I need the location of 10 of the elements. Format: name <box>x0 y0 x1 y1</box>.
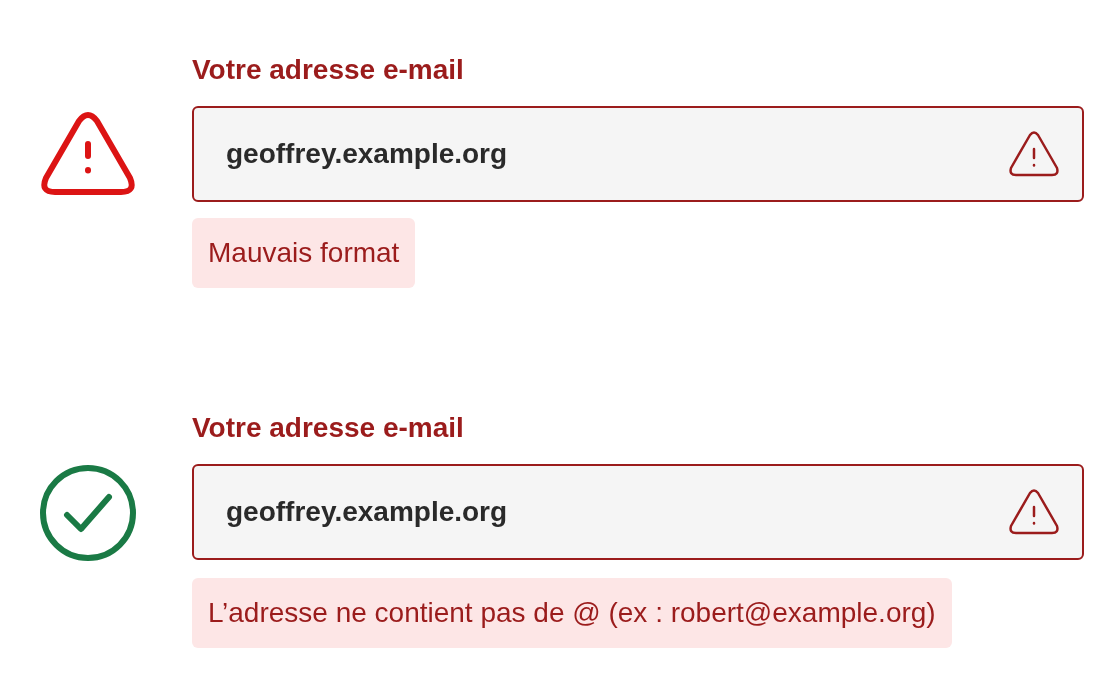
checkmark-icon <box>39 464 137 562</box>
warning-icon <box>1008 131 1060 177</box>
error-message: L’adresse ne contient pas de @ (ex : robert@example.org) <box>192 578 952 648</box>
warning-icon <box>41 112 135 196</box>
error-message: Mauvais format <box>192 218 416 288</box>
warning-icon <box>1008 489 1060 535</box>
email-field[interactable]: geoffrey.example.org <box>192 106 1084 202</box>
email-field[interactable]: geoffrey.example.org <box>192 464 1084 560</box>
field-label: Votre adresse e-mail <box>192 411 464 445</box>
field-label: Votre adresse e-mail <box>192 53 464 87</box>
